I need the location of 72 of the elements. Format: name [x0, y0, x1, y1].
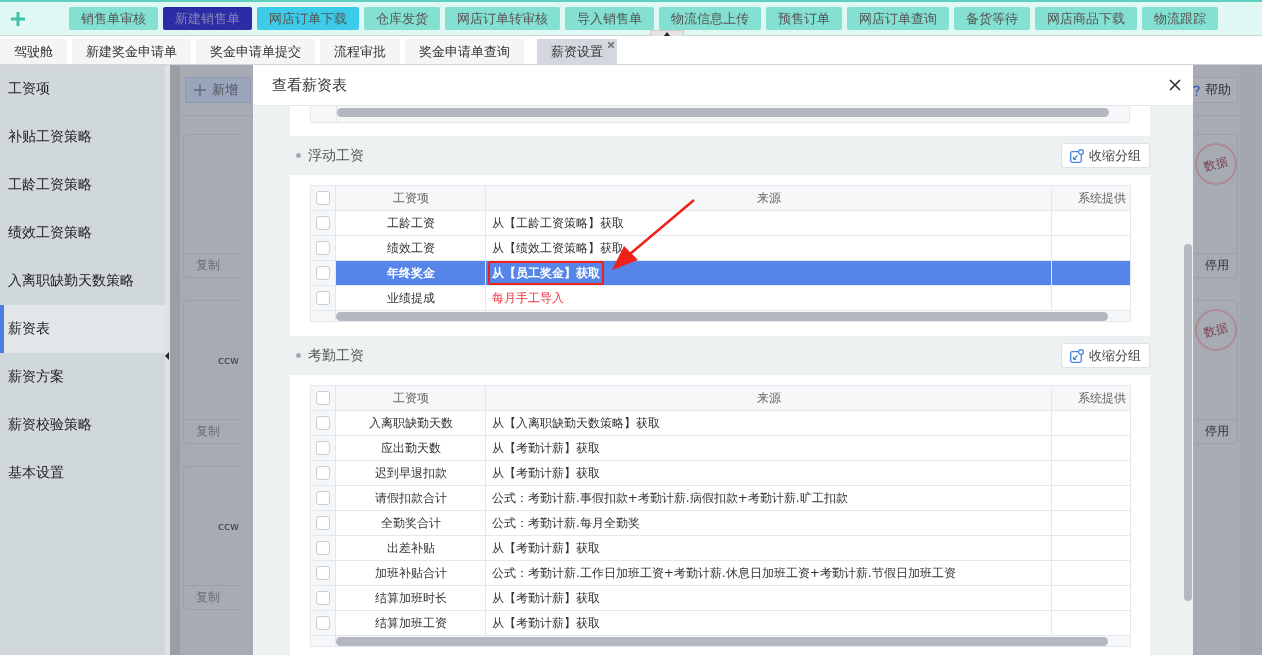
table-cell[interactable]: 入离职缺勤天数	[335, 410, 486, 436]
table-cell[interactable]: 加班补贴合计	[335, 560, 486, 586]
menu-button[interactable]: 销售单审核	[69, 7, 158, 30]
table-cell[interactable]: 工龄工资	[335, 210, 486, 236]
menu-button[interactable]: 仓库发货	[364, 7, 440, 30]
table-cell-text: 从【入离职缺勤天数策略】获取	[491, 415, 661, 432]
table-cell-text: 从【考勤计薪】获取	[491, 540, 601, 557]
sidebar-item[interactable]: 薪资方案	[0, 353, 165, 401]
tab-label: 新建奖金申请单	[86, 42, 177, 61]
table-cell-text: 公式：考勤计薪.每月全勤奖	[491, 515, 641, 532]
column-header: 来源	[485, 185, 1052, 211]
tab-label: 奖金申请单查询	[419, 42, 510, 61]
sidebar-item[interactable]: 工龄工资策略	[0, 161, 165, 209]
sidebar-item[interactable]: 入离职缺勤天数策略	[0, 257, 165, 305]
menu-button[interactable]: 导入销售单	[565, 7, 654, 30]
column-header: 工资项	[335, 385, 486, 411]
group-title: 浮动工资	[308, 146, 364, 165]
tab[interactable]: 新建奖金申请单	[72, 39, 191, 64]
group-title: 考勤工资	[308, 346, 364, 365]
tab-label: 薪资设置	[551, 42, 603, 61]
column-header: 工资项	[335, 185, 486, 211]
table-cell[interactable]: 结算加班时长	[335, 585, 486, 611]
table-cell-text: 从【考勤计薪】获取	[491, 590, 601, 607]
tab-label: 流程审批	[334, 42, 386, 61]
table-cell[interactable]: 绩效工资	[335, 235, 486, 261]
table-cell-text: 公式：考勤计薪.事假扣款+考勤计薪.病假扣款+考勤计薪.旷工扣款	[491, 490, 849, 507]
tab[interactable]: 流程审批	[320, 39, 400, 64]
table-cell-text: 从【工龄工资策略】获取	[491, 215, 625, 232]
sidebar-item[interactable]: 薪资表	[0, 305, 165, 353]
menu-button[interactable]: 物流信息上传	[659, 7, 761, 30]
column-header: 系统提供	[1051, 385, 1131, 411]
card-title: ccw	[217, 519, 240, 533]
table-cell-text: 从【考勤计薪】获取	[491, 465, 601, 482]
tab-label: 奖金申请单提交	[210, 42, 301, 61]
menu-button[interactable]: 网店订单下载	[257, 7, 359, 30]
table-cell[interactable]: 出差补贴	[335, 535, 486, 561]
disable-link[interactable]: 停用	[1205, 423, 1229, 440]
table-cell[interactable]: 迟到早退扣款	[335, 460, 486, 486]
table-cell[interactable]: 结算加班工资	[335, 610, 486, 636]
table-cell-text: 从【绩效工资策略】获取	[491, 240, 625, 257]
table-cell-text: 公式：考勤计薪.工作日加班工资+考勤计薪.休息日加班工资+考勤计薪.节假日加班工资	[491, 565, 957, 582]
tab[interactable]: 薪资设置	[537, 39, 617, 64]
menu-button[interactable]: 网店订单转审核	[445, 7, 560, 30]
sidebar-item[interactable]: 补贴工资策略	[0, 113, 165, 161]
collapse-group-button[interactable]: 收缩分组	[1061, 343, 1150, 368]
column-header: 来源	[485, 385, 1052, 411]
table-cell[interactable]: 业绩提成	[335, 285, 486, 311]
dialog-title: 查看薪资表	[272, 75, 347, 95]
sidebar-item[interactable]: 工资项	[0, 65, 165, 113]
sidebar-item[interactable]: 基本设置	[0, 449, 165, 497]
menu-button[interactable]: 物流跟踪	[1142, 7, 1218, 30]
sidebar-item[interactable]: 薪资校验策略	[0, 401, 165, 449]
table-cell[interactable]: 请假扣款合计	[335, 485, 486, 511]
tab[interactable]: 驾驶舱	[0, 39, 67, 64]
table-cell-text: 从【考勤计薪】获取	[491, 615, 601, 632]
menu-button[interactable]: 网店商品下载	[1035, 7, 1137, 30]
table-cell[interactable]: 年终奖金	[335, 260, 486, 286]
tab[interactable]: 奖金申请单提交	[196, 39, 315, 64]
collapse-group-button[interactable]: 收缩分组	[1061, 143, 1150, 168]
column-header: 系统提供	[1051, 185, 1131, 211]
table-cell[interactable]: 应出勤天数	[335, 435, 486, 461]
tab[interactable]: 奖金申请单查询	[405, 39, 524, 64]
menu-button[interactable]: 预售订单	[766, 7, 842, 30]
sidebar-item[interactable]: 绩效工资策略	[0, 209, 165, 257]
table-cell-text: 每月手工导入	[491, 290, 565, 307]
card-title: ccw	[217, 353, 240, 367]
table-cell[interactable]: 全勤奖合计	[335, 510, 486, 536]
menu-button[interactable]: 备货等待	[954, 7, 1030, 30]
menu-button[interactable]: 网店订单查询	[847, 7, 949, 30]
disable-link[interactable]: 停用	[1205, 257, 1229, 274]
table-cell-text: 从【考勤计薪】获取	[491, 440, 601, 457]
tab-label: 驾驶舱	[14, 42, 53, 61]
